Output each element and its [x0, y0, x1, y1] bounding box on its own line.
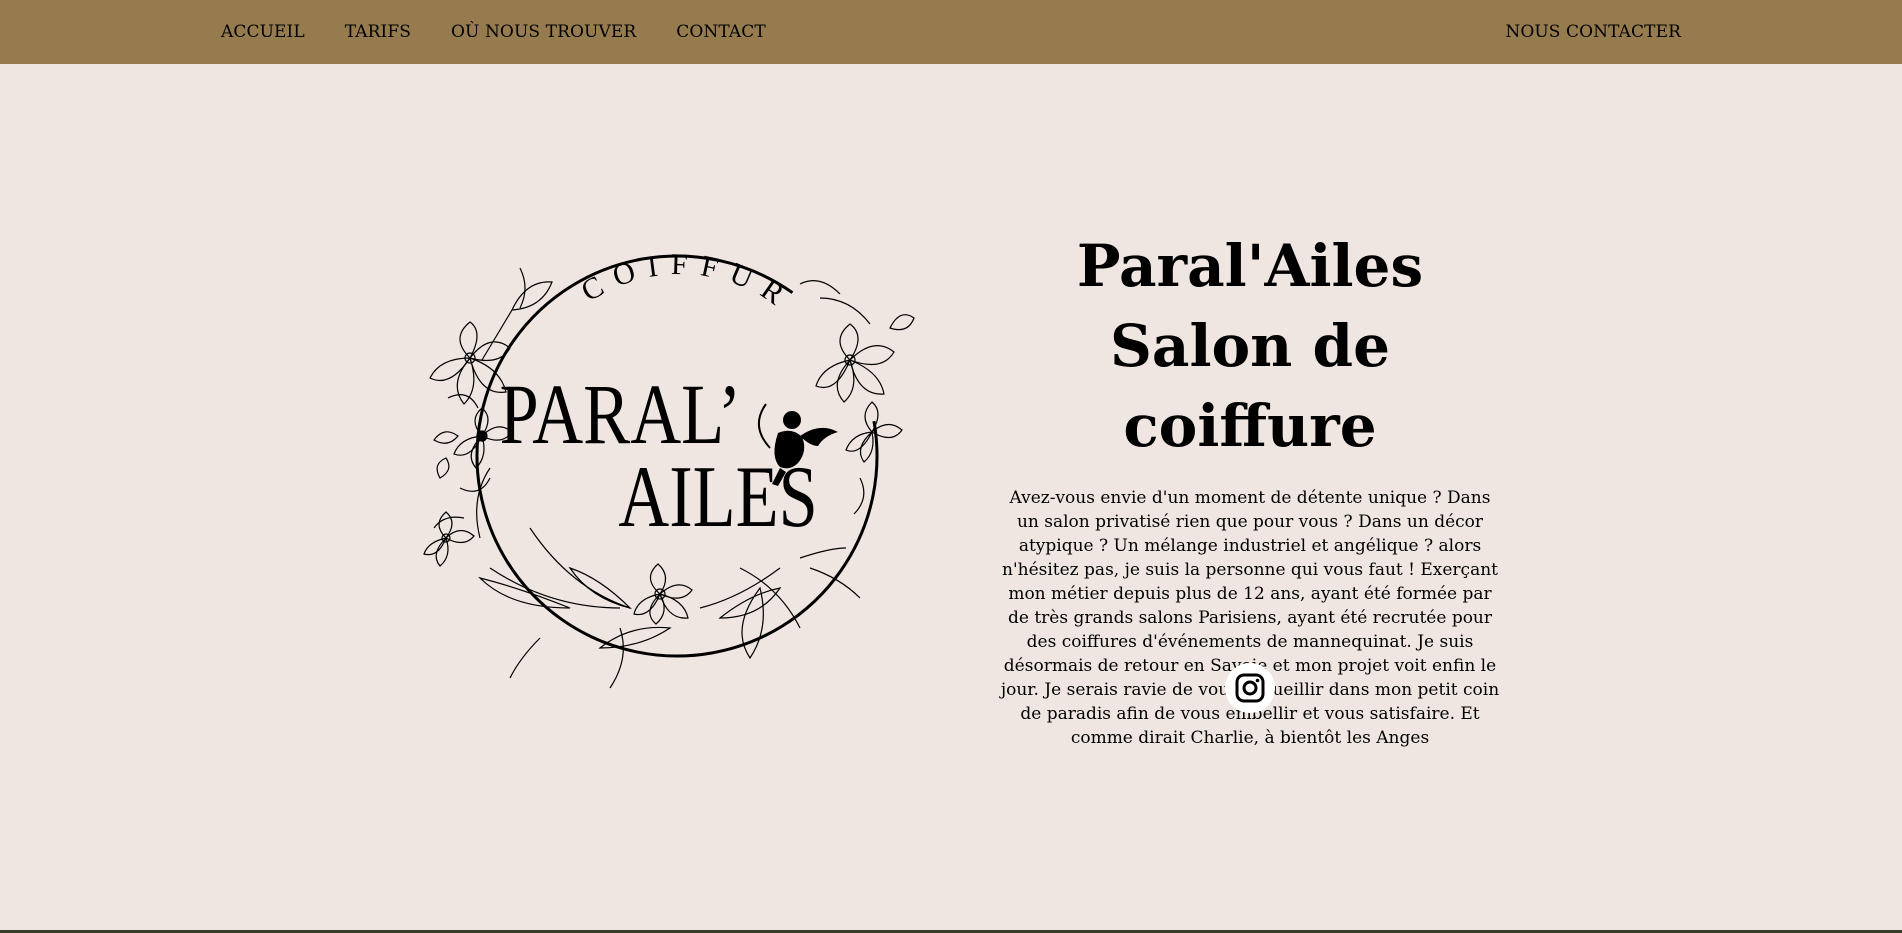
nav-link-ou-nous-trouver[interactable]: OÙ NOUS TROUVER: [451, 22, 636, 42]
nav-link-tarifs[interactable]: TARIFS: [345, 22, 411, 42]
svg-text:COIFFURE: COIFFURE: [420, 228, 800, 318]
nous-contacter-link[interactable]: NOUS CONTACTER: [1505, 22, 1681, 42]
instagram-button[interactable]: [1225, 663, 1275, 713]
logo-coiffure-text: COIFFURE: [420, 228, 788, 318]
salon-logo: COIFFURE PARAL’ AILES: [420, 228, 920, 708]
top-navigation-bar: ACCUEIL TARIFS OÙ NOUS TROUVER CONTACT N…: [0, 0, 1902, 64]
hero-title: Paral'Ailes Salon de coiffure: [990, 226, 1510, 466]
instagram-icon: [1235, 673, 1265, 703]
main-nav: ACCUEIL TARIFS OÙ NOUS TROUVER CONTACT: [221, 0, 806, 64]
hero-title-line2: Salon de coiffure: [1109, 312, 1390, 460]
nav-link-accueil[interactable]: ACCUEIL: [221, 22, 305, 42]
hero-title-line1: Paral'Ailes: [1076, 232, 1424, 300]
nav-link-contact[interactable]: CONTACT: [676, 22, 766, 42]
floral-wreath-logo: COIFFURE PARAL’ AILES: [420, 228, 915, 689]
cta-nav: NOUS CONTACTER: [1505, 0, 1681, 64]
flower-decoration-bottom: [478, 527, 861, 689]
